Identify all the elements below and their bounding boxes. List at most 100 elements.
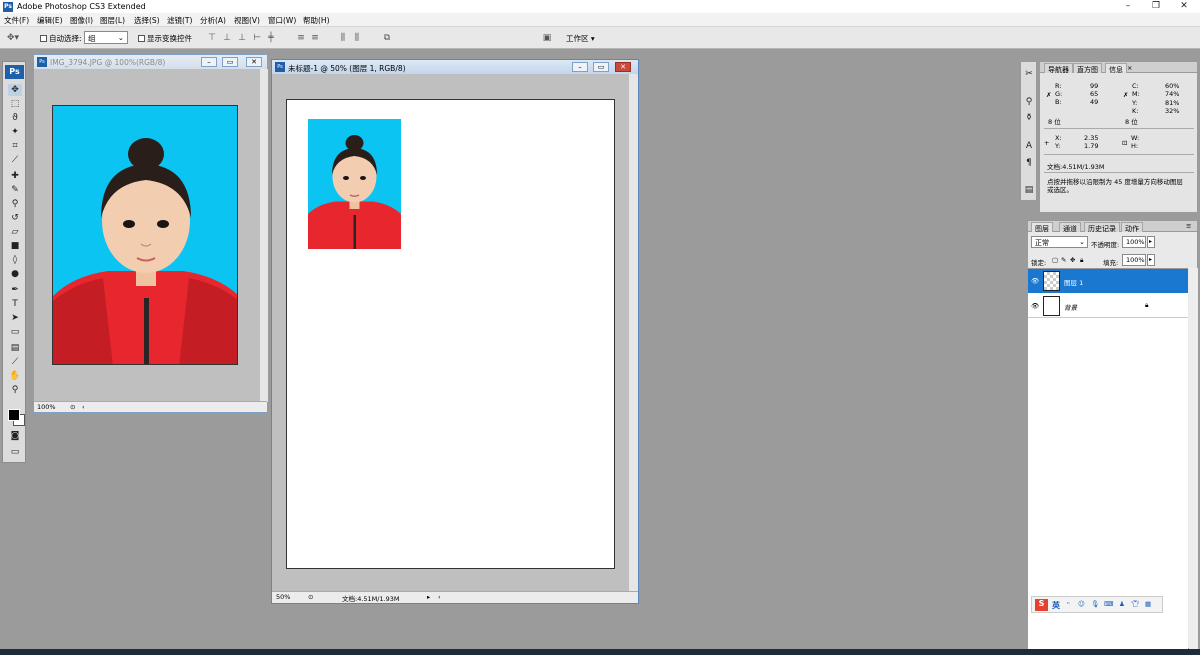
document-title-bar[interactable]: Ps 未标题-1 @ 50% (图层 1, RGB/8) – ▭ ✕ <box>272 60 638 74</box>
tab-navigator[interactable]: 导航器 <box>1044 63 1073 74</box>
path-selection-tool-icon[interactable]: ➤ <box>8 312 22 324</box>
auto-select-checkbox[interactable] <box>40 35 47 42</box>
layer-row-layer1[interactable]: 👁︎ 图层 1 <box>1028 269 1188 293</box>
close-button[interactable]: ✕ <box>1170 0 1198 13</box>
tab-layers[interactable]: 图层 <box>1031 222 1053 233</box>
menu-edit[interactable]: 编辑(E) <box>37 15 63 26</box>
tab-actions[interactable]: 动作 <box>1121 222 1143 233</box>
shape-tool-icon[interactable]: ▭ <box>8 326 22 338</box>
quick-mask-icon[interactable]: ◙ <box>8 430 22 442</box>
scroll-left-icon[interactable]: ‹ <box>82 403 85 411</box>
move-tool-preset-icon[interactable]: ✥▾ <box>6 32 20 44</box>
auto-select-option[interactable]: 自动选择: <box>40 33 82 44</box>
character-icon[interactable]: A <box>1022 140 1036 152</box>
layer1-portrait-photo[interactable] <box>308 119 401 249</box>
auto-align-icon[interactable]: ⧉ <box>380 32 394 44</box>
show-transform-checkbox[interactable] <box>138 35 145 42</box>
doc-minimize-button[interactable]: – <box>201 57 217 67</box>
lock-position-icon[interactable]: ✥ <box>1070 256 1075 264</box>
lasso-tool-icon[interactable]: ϑ <box>8 112 22 124</box>
tab-history[interactable]: 历史记录 <box>1084 222 1120 233</box>
distribute-center-icon[interactable]: ⫼ <box>350 32 364 44</box>
type-tool-icon[interactable]: T <box>8 298 22 310</box>
notes-tool-icon[interactable]: ▤ <box>8 342 22 354</box>
brush-tool-icon[interactable]: ✎ <box>8 184 22 196</box>
restore-button[interactable]: ❐ <box>1142 0 1170 13</box>
status-menu-icon[interactable]: ⊙ <box>70 403 75 411</box>
ime-voice-icon[interactable]: 🎙︎ <box>1091 600 1099 608</box>
visibility-eye-icon[interactable]: 👁︎ <box>1031 302 1039 310</box>
tab-histogram[interactable]: 直方图 <box>1073 63 1102 74</box>
pen-tool-icon[interactable]: ✒ <box>8 284 22 296</box>
lock-pixels-icon[interactable]: ✎ <box>1061 256 1066 264</box>
align-bottom-icon[interactable]: ⊥ <box>235 32 249 44</box>
document-window-untitled[interactable]: Ps 未标题-1 @ 50% (图层 1, RGB/8) – ▭ ✕ 50% ⊙… <box>271 59 639 604</box>
tab-close-icon[interactable]: × <box>1127 64 1132 72</box>
menu-window[interactable]: 窗口(W) <box>268 15 296 26</box>
doc-maximize-button[interactable]: ▭ <box>593 62 609 72</box>
layers-scrollbar[interactable] <box>1189 268 1198 650</box>
bridge-icon[interactable]: ▣ <box>540 32 554 44</box>
lock-transparency-icon[interactable]: ▢ <box>1052 256 1058 264</box>
minimize-button[interactable]: – <box>1114 0 1142 13</box>
align-left-icon[interactable]: ⊢ <box>250 32 264 44</box>
zoom-level[interactable]: 50% <box>276 593 290 601</box>
zoom-tool-icon[interactable]: ⚲ <box>8 384 22 396</box>
gradient-tool-icon[interactable]: ■ <box>8 240 22 252</box>
opacity-arrow-icon[interactable]: ▸ <box>1147 236 1155 248</box>
paragraph-icon[interactable]: ¶ <box>1022 157 1036 169</box>
status-menu-icon[interactable]: ⊙ <box>308 593 313 601</box>
scroll-left-icon[interactable]: ‹ <box>438 593 441 601</box>
vertical-scrollbar[interactable] <box>260 69 268 402</box>
show-transform-option[interactable]: 显示变换控件 <box>138 33 192 44</box>
eyedropper-tool-icon[interactable]: ⟋ <box>8 356 22 368</box>
doc-maximize-button[interactable]: ▭ <box>222 57 238 67</box>
move-tool-icon[interactable]: ✥ <box>8 84 22 96</box>
slice-tool-icon[interactable]: ⟋ <box>8 154 22 166</box>
zoom-level[interactable]: 100% <box>37 403 56 411</box>
canvas[interactable] <box>286 99 615 569</box>
lock-all-icon[interactable]: 🔒︎ <box>1080 256 1083 265</box>
tab-channels[interactable]: 通道 <box>1059 222 1081 233</box>
blend-mode-dropdown[interactable]: 正常 ⌄ <box>1031 236 1088 248</box>
hand-tool-icon[interactable]: ✋ <box>8 370 22 382</box>
align-top-icon[interactable]: ⊤ <box>205 32 219 44</box>
opacity-input[interactable]: 100% <box>1122 236 1146 248</box>
tool-presets-icon[interactable]: ✂ <box>1022 68 1036 80</box>
menu-image[interactable]: 图像(I) <box>70 15 93 26</box>
ime-keyboard-icon[interactable]: ⌨ <box>1104 600 1113 608</box>
auto-select-dropdown[interactable]: 组 ⌄ <box>84 31 128 44</box>
magic-wand-tool-icon[interactable]: ✦ <box>8 126 22 138</box>
align-vcenter-icon[interactable]: ⊥ <box>220 32 234 44</box>
healing-brush-tool-icon[interactable]: ✚ <box>8 170 22 182</box>
distribute-left-icon[interactable]: ⫼ <box>336 32 350 44</box>
fill-arrow-icon[interactable]: ▸ <box>1147 254 1155 266</box>
tab-info[interactable]: 信息 <box>1105 63 1127 74</box>
fill-input[interactable]: 100% <box>1122 254 1146 266</box>
menu-file[interactable]: 文件(F) <box>4 15 29 26</box>
clone-source-icon[interactable]: ⚱ <box>1022 112 1036 124</box>
menu-filter[interactable]: 滤镜(T) <box>167 15 192 26</box>
foreground-color-swatch[interactable] <box>8 409 20 421</box>
history-brush-tool-icon[interactable]: ↺ <box>8 212 22 224</box>
vertical-scrollbar[interactable] <box>629 74 638 592</box>
ime-emoji-icon[interactable]: ☺ <box>1078 600 1085 608</box>
doc-minimize-button[interactable]: – <box>572 62 588 72</box>
doc-close-button[interactable]: ✕ <box>246 57 262 67</box>
layer-row-background[interactable]: 👁︎ 背景 🔒︎ <box>1028 294 1188 318</box>
ime-punct-icon[interactable]: ⁿ <box>1067 600 1070 608</box>
crop-tool-icon[interactable]: ⌗ <box>8 140 22 152</box>
menu-layer[interactable]: 图层(L) <box>100 15 125 26</box>
marquee-tool-icon[interactable]: ⬚ <box>8 98 22 110</box>
ime-toolbox-icon[interactable]: ▦ <box>1145 600 1151 608</box>
screen-mode-icon[interactable]: ▭ <box>8 446 22 458</box>
brushes-icon[interactable]: ⚲ <box>1022 96 1036 108</box>
align-hcenter-icon[interactable]: ╪ <box>264 32 278 44</box>
menu-select[interactable]: 选择(S) <box>134 15 160 26</box>
distribute-middle-icon[interactable]: ≡ <box>308 32 322 44</box>
distribute-top-icon[interactable]: ≡ <box>294 32 308 44</box>
status-arrow-icon[interactable]: ▸ <box>427 593 430 601</box>
ps-logo-icon[interactable]: Ps <box>5 65 24 79</box>
menu-view[interactable]: 视图(V) <box>234 15 260 26</box>
menu-help[interactable]: 帮助(H) <box>303 15 330 26</box>
